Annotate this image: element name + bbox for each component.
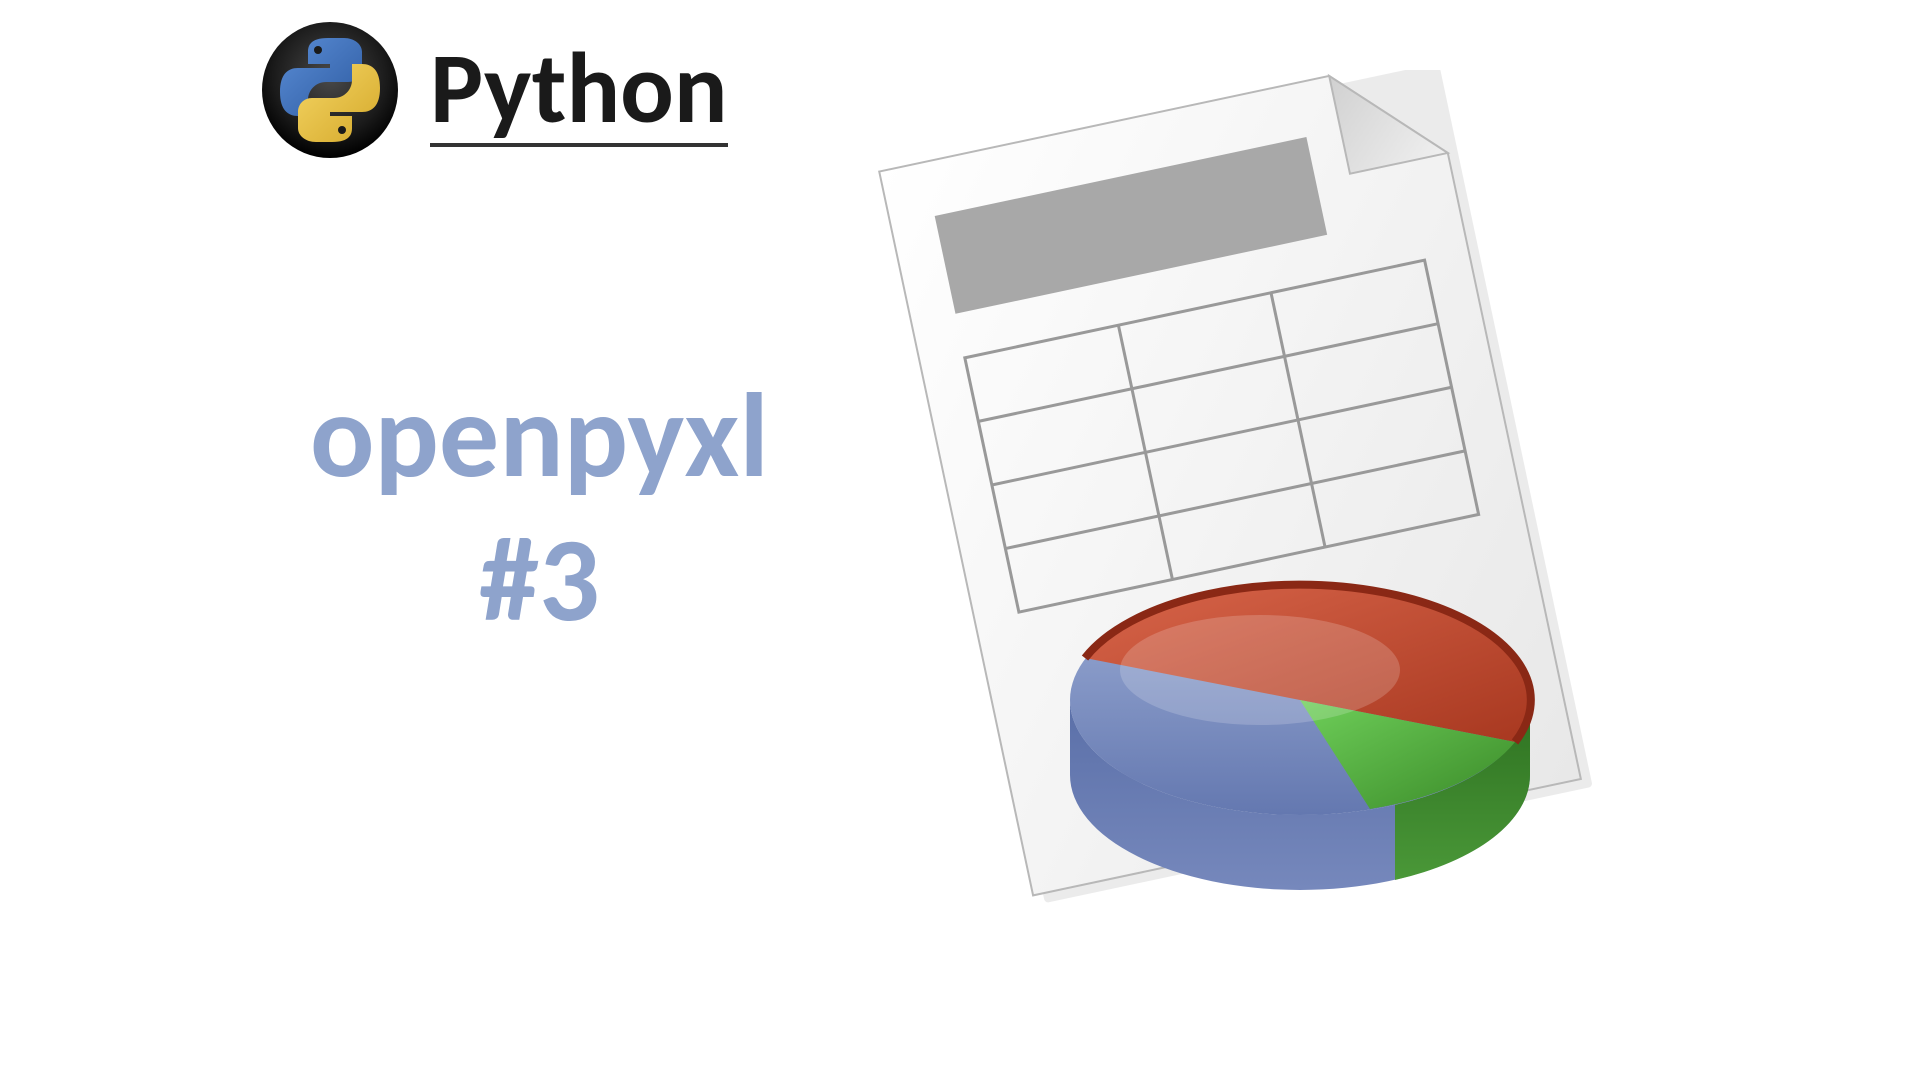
header-title: Python [430,38,728,147]
spreadsheet-chart-icon [850,70,1670,970]
episode-number: #3 [310,502,769,658]
library-name: openpyxl [310,370,769,502]
python-logo-icon [260,20,400,165]
header: Python [260,20,728,165]
main-title-block: openpyxl #3 [310,370,769,658]
